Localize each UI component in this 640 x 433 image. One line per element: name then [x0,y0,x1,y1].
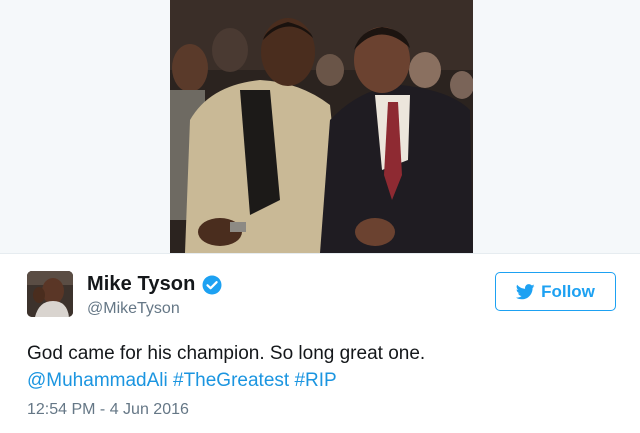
follow-button-label: Follow [541,281,595,301]
tweet-timestamp[interactable]: 12:54 PM - 4 Jun 2016 [27,401,189,419]
author-display-name[interactable]: Mike Tyson [87,273,195,296]
follow-button[interactable]: Follow [495,272,616,311]
photo-illustration [170,0,473,253]
hashtag-link-thegreatest[interactable]: #TheGreatest [173,370,289,391]
tweet-text: God came for his champion. So long great… [27,340,617,394]
author-avatar[interactable] [27,271,73,317]
tweet-photo[interactable] [170,0,473,253]
author-name-row: Mike Tyson [87,273,222,296]
tweet-text-line-1: God came for his champion. So long great… [27,343,426,364]
mention-link[interactable]: @MuhammadAli [27,370,168,391]
media-divider [0,253,640,254]
hashtag-link-rip[interactable]: #RIP [294,370,336,391]
tweet-media-area [0,0,640,253]
avatar-image [27,271,73,317]
twitter-bird-icon [516,283,535,300]
tweet-text-line-2: @MuhammadAli #TheGreatest #RIP [27,367,617,394]
verified-badge-icon [202,275,222,295]
author-handle[interactable]: @MikeTyson [87,300,180,318]
